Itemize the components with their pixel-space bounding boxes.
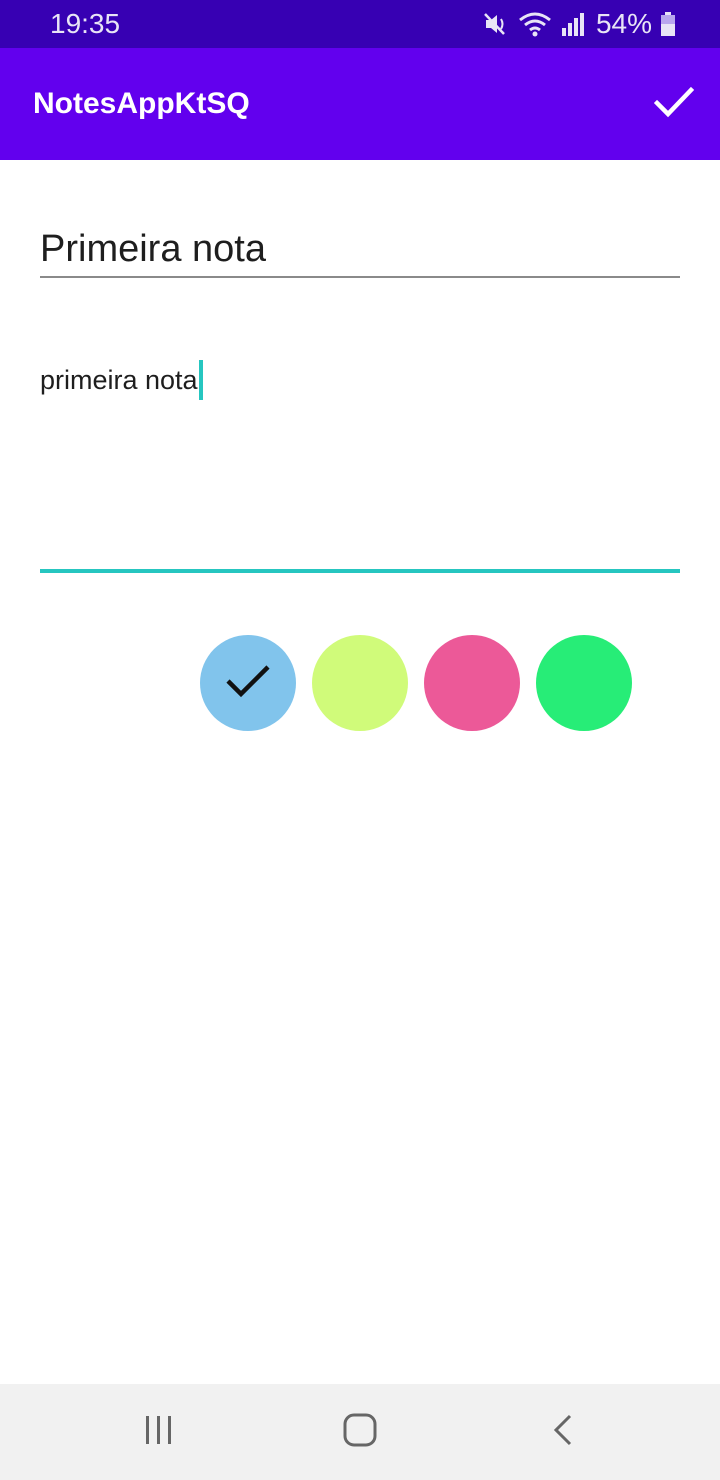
status-bar: 19:35 54% [0,0,720,48]
wifi-icon [518,10,552,38]
text-cursor [198,360,203,400]
battery-percent: 54% [595,8,652,39]
color-swatch-pink[interactable] [424,635,520,731]
mute-vibrate-icon [482,10,510,38]
note-content-text: primeira nota [40,365,198,395]
recents-icon [142,1414,176,1451]
home-button[interactable] [336,1408,384,1456]
check-icon [653,86,695,123]
status-time: 19:35 [50,8,121,39]
home-icon [342,1412,378,1453]
color-swatch-green[interactable] [536,635,632,731]
app-title: NotesAppKtSQ [33,87,250,120]
save-button[interactable] [650,80,698,128]
app-bar: NotesAppKtSQ [0,48,720,160]
note-editor-screen: 19:35 54% NotesAppKtSQ Primeira nota pri… [0,0,720,1480]
color-swatch-lime[interactable] [312,635,408,731]
signal-icon [560,10,586,38]
note-title-text: Primeira nota [40,228,266,270]
recents-button[interactable] [135,1408,183,1456]
note-content-line: primeira nota [40,360,203,400]
color-picker [200,635,632,731]
navigation-bar [0,1384,720,1480]
note-title-field[interactable]: Primeira nota [40,226,680,278]
back-icon [550,1413,574,1452]
color-swatch-blue[interactable] [200,635,296,731]
note-content-field[interactable]: primeira nota [40,350,680,573]
selected-check-icon [224,663,272,704]
status-icons: 54% [482,8,676,40]
battery-icon [660,11,676,37]
back-button[interactable] [538,1408,586,1456]
